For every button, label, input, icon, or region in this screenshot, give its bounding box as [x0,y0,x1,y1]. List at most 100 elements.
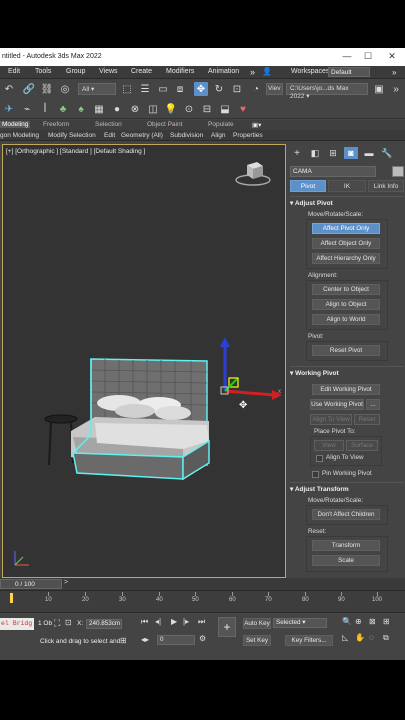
ribbon-tab-freeform[interactable]: Freeform [43,121,69,128]
light-icon[interactable]: 💡 [164,102,178,116]
prev-frame-icon[interactable]: ◂| [155,617,161,626]
create-tab-icon[interactable]: + [290,147,304,159]
tree-icon[interactable]: ♣ [56,102,70,116]
bed-model[interactable] [33,345,223,500]
workspace-select[interactable]: Default [328,67,370,77]
close-button[interactable]: ✕ [386,51,398,62]
track-bar[interactable]: 10 20 30 40 50 60 70 80 90 100 [0,590,405,612]
chevron-right-icon[interactable]: » [392,68,396,77]
zoom-icon[interactable]: 🔍 [342,617,352,626]
x-coordinate-field[interactable]: 240.853cm [86,619,122,629]
zoom-extents-icon[interactable]: ⊠ [369,617,376,626]
key-mode-select[interactable]: Selected ▾ [273,618,327,628]
chevron-right-icon[interactable]: > [64,579,68,586]
window-crossing-icon[interactable]: ⧈ [173,82,187,96]
viewcube-icon[interactable] [233,159,273,189]
lock-selection-icon[interactable]: ⛶ [54,618,60,629]
time-slider[interactable]: 0 / 100 > [0,578,405,590]
field-of-view-icon[interactable]: ◺ [342,633,348,642]
set-key-button[interactable]: Set Key [243,635,271,646]
project-path-select[interactable]: C:\Users\jo...ds Max 2022 ▾ [286,83,368,100]
view-select[interactable]: Viev [266,83,283,95]
tab-link-info[interactable]: Link Info [368,180,404,192]
menu-animation[interactable]: Animation [208,68,239,75]
affect-pivot-only-button[interactable]: Affect Pivot Only [312,223,380,234]
current-frame-marker[interactable] [10,593,13,603]
object-name-field[interactable]: CAMA [290,166,376,177]
pan-icon[interactable]: ✋ [355,633,365,642]
current-frame-field[interactable]: 0 [157,635,195,645]
ribbon-tab-modeling[interactable]: Modeling [0,121,31,128]
next-frame-icon[interactable]: |▸ [183,617,189,626]
snap-icon[interactable]: ⊗ [128,102,142,116]
hierarchy-tab-icon[interactable]: ⊞ [326,147,340,159]
menu-edit[interactable]: Edit [8,68,20,75]
pin-working-pivot-checkbox[interactable] [312,471,319,478]
select-by-name-icon[interactable]: ☰ [138,82,152,96]
utilities-tab-icon[interactable]: 🔧 [380,147,394,159]
align-to-object-button[interactable]: Align to Object [312,299,380,310]
rotate-icon[interactable]: ↻ [212,82,226,96]
key-filters-button[interactable]: Key Filters... [285,635,333,646]
affect-hierarchy-only-button[interactable]: Affect Hierarchy Only [312,253,380,264]
working-pivot-options-button[interactable]: ... [366,399,380,410]
user-icon[interactable]: 👤 [262,67,272,76]
modify-tab-icon[interactable]: ◧ [308,147,322,159]
mirror-icon[interactable]: ⊟ [200,102,214,116]
time-config-icon[interactable]: ⚙ [199,634,206,643]
menu-modifiers[interactable]: Modifiers [166,68,194,75]
tab-ik[interactable]: IK [328,180,366,192]
scale-icon[interactable]: ⊡ [230,82,244,96]
align-to-view-button[interactable]: Align To View [310,414,352,425]
use-working-pivot-button[interactable]: Use Working Pivot [310,399,364,410]
align-icon[interactable]: ⬓ [218,102,232,116]
adjust-transform-rollout[interactable]: ▾ Adjust Transform [290,485,349,495]
zoom-extents-all-icon[interactable]: ⊞ [383,617,390,626]
maxscript-listener[interactable]: el Bridg [0,618,34,630]
place-view-button[interactable]: View [314,440,344,451]
subtab-geometry[interactable]: Geometry (All) [121,132,163,139]
selection-filter-select[interactable]: All ▾ [78,83,116,95]
place-icon[interactable]: ◔ [249,82,263,96]
motion-tab-icon[interactable]: ◙ [344,147,358,159]
goto-end-icon[interactable]: ⏭ [198,617,205,627]
plane-icon[interactable]: ✈ [2,102,16,116]
ribbon-options-icon[interactable]: ▣▾ [252,121,261,129]
align-to-world-button[interactable]: Align to World [312,314,380,325]
working-pivot-rollout[interactable]: ▾ Working Pivot [290,369,339,379]
angle-snap-icon[interactable]: ◫ [146,102,160,116]
subtab-edit[interactable]: Edit [104,132,115,139]
viewport-label[interactable]: [+] [Orthographic ] [Standard ] [Default… [6,148,145,155]
transform-button[interactable]: Transform [312,540,380,551]
link-icon[interactable]: 🔗 [22,82,36,96]
character-icon[interactable]: ꟾ [38,102,52,116]
sphere-icon[interactable]: ● [110,102,124,116]
menu-tools[interactable]: Tools [35,68,51,75]
key-mode-icon[interactable]: ◂▸ [141,635,149,644]
goto-start-icon[interactable]: ⏮ [141,617,148,627]
maximize-viewport-icon[interactable]: ⧉ [383,633,389,643]
reset-working-pivot-button[interactable]: Reset [354,414,380,425]
play-icon[interactable]: ▶ [171,617,177,626]
adjust-pivot-rollout[interactable]: ▾ Adjust Pivot [290,199,333,209]
reset-pivot-button[interactable]: Reset Pivot [312,345,380,356]
minimize-button[interactable]: — [341,51,353,61]
unlink-icon[interactable]: ⛓ [40,82,54,96]
subtab-polygon-modeling[interactable]: gon Modeling [0,132,39,139]
affect-object-only-button[interactable]: Affect Object Only [312,238,380,249]
scale-button[interactable]: Scale [312,555,380,566]
subtab-subdivision[interactable]: Subdivision [170,132,203,139]
menu-views[interactable]: Views [99,68,118,75]
display-tab-icon[interactable]: ▬ [362,147,376,159]
menu-group[interactable]: Group [66,68,85,75]
object-color-swatch[interactable] [392,166,404,177]
bone-icon[interactable]: ⌁ [20,102,34,116]
center-to-object-button[interactable]: Center to Object [312,284,380,295]
ribbon-tab-populate[interactable]: Populate [208,121,234,128]
folder-icon[interactable]: ▣ [372,82,386,96]
auto-key-button[interactable]: Auto Key [243,618,271,629]
edit-working-pivot-button[interactable]: Edit Working Pivot [312,384,380,395]
subtab-properties[interactable]: Properties [233,132,263,139]
cube-icon[interactable]: ▦ [92,102,106,116]
menu-create[interactable]: Create [131,68,152,75]
